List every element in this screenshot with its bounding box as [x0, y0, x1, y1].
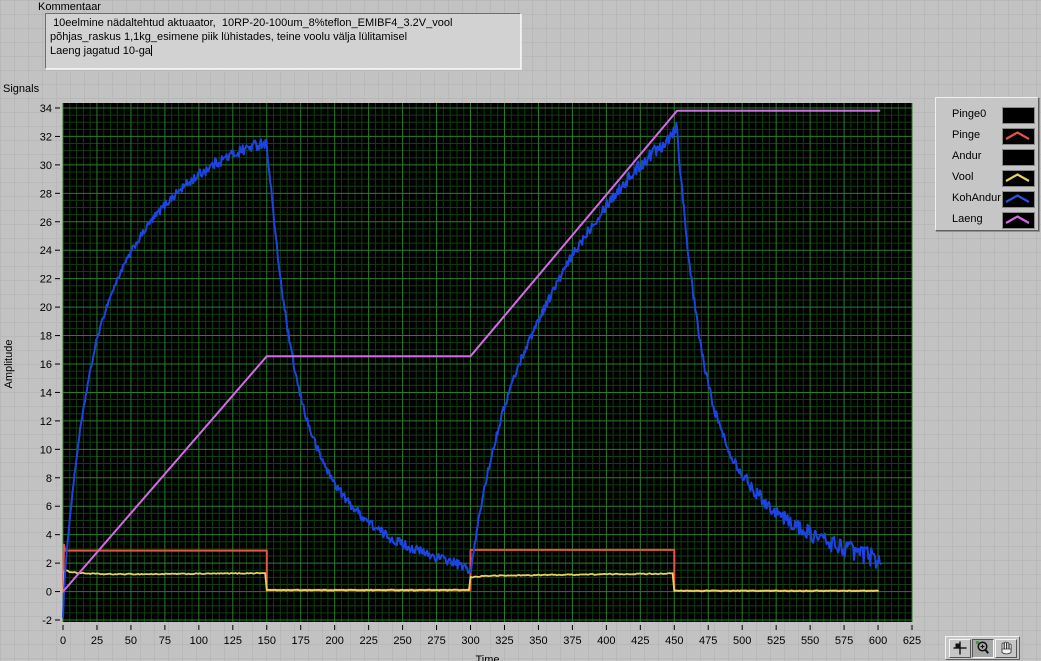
- legend-label: Pinge: [952, 129, 981, 141]
- crosshair-icon: [953, 641, 966, 655]
- svg-text:275: 275: [427, 635, 445, 647]
- legend-swatch-vool[interactable]: [1002, 170, 1035, 187]
- zoom-tool-button[interactable]: [971, 638, 994, 658]
- svg-text:4: 4: [46, 530, 52, 542]
- svg-text:20: 20: [40, 302, 52, 314]
- svg-text:50: 50: [125, 635, 137, 647]
- legend-item-kohandur[interactable]: KohAndur: [936, 189, 1038, 209]
- legend-swatch-pinge0[interactable]: [1002, 107, 1035, 124]
- legend-label: Laeng: [952, 213, 983, 225]
- svg-text:25: 25: [91, 635, 103, 647]
- svg-text:300: 300: [461, 635, 479, 647]
- text-caret: [150, 45, 152, 56]
- svg-text:22: 22: [40, 274, 52, 286]
- svg-text:34: 34: [40, 103, 52, 115]
- svg-text:0: 0: [46, 587, 52, 599]
- plot-legend: Pinge0 Pinge Andur Vool KohAndur Laeng: [935, 97, 1039, 231]
- comment-text: 10eelmine nädaltehtud aktuaator, 10RP-20…: [50, 17, 453, 57]
- comment-label: Kommentaar: [38, 1, 101, 13]
- svg-text:175: 175: [292, 635, 310, 647]
- cursor-tool-button[interactable]: [948, 638, 971, 658]
- svg-text:575: 575: [835, 635, 853, 647]
- svg-text:475: 475: [699, 635, 717, 647]
- svg-text:550: 550: [801, 635, 819, 647]
- svg-text:14: 14: [40, 387, 52, 399]
- svg-text:350: 350: [529, 635, 547, 647]
- svg-text:325: 325: [495, 635, 513, 647]
- legend-label: Vool: [952, 171, 974, 183]
- svg-text:18: 18: [40, 331, 52, 343]
- comment-textbox[interactable]: 10eelmine nädaltehtud aktuaator, 10RP-20…: [45, 13, 521, 69]
- svg-text:125: 125: [224, 635, 242, 647]
- legend-label: KohAndur: [952, 192, 1001, 204]
- svg-text:500: 500: [733, 635, 751, 647]
- legend-label: Andur: [952, 150, 982, 162]
- legend-item-andur[interactable]: Andur: [936, 147, 1038, 167]
- legend-swatch-pinge[interactable]: [1002, 128, 1035, 145]
- svg-text:2: 2: [46, 558, 52, 570]
- legend-swatch-andur[interactable]: [1002, 149, 1035, 166]
- legend-label: Pinge0: [952, 108, 987, 120]
- graph-palette: [945, 636, 1020, 660]
- svg-text:16: 16: [40, 359, 52, 371]
- waveform-graph[interactable]: 0 25 50 75 100 125 150 175 200 225 250 275 300 325 350…: [0, 95, 935, 661]
- svg-text:12: 12: [40, 416, 52, 428]
- svg-text:100: 100: [190, 635, 208, 647]
- legend-swatch-laeng[interactable]: [1002, 212, 1035, 229]
- svg-text:28: 28: [40, 188, 52, 200]
- y-axis-label: Amplitude: [3, 340, 15, 389]
- svg-text:625: 625: [903, 635, 921, 647]
- legend-item-pinge0[interactable]: Pinge0: [936, 105, 1038, 125]
- svg-text:0: 0: [60, 635, 66, 647]
- svg-text:200: 200: [326, 635, 344, 647]
- legend-item-vool[interactable]: Vool: [936, 168, 1038, 188]
- svg-text:30: 30: [40, 160, 52, 172]
- labview-front-panel: { "window": {"width": 1041, "height": 66…: [0, 0, 1041, 661]
- svg-text:600: 600: [869, 635, 887, 647]
- magnifier-icon: [975, 641, 989, 654]
- svg-text:10: 10: [40, 444, 52, 456]
- legend-item-pinge[interactable]: Pinge: [936, 126, 1038, 146]
- svg-text:6: 6: [46, 501, 52, 513]
- svg-text:425: 425: [631, 635, 649, 647]
- x-axis-label: Time: [475, 654, 499, 661]
- graph-title-label: Signals: [3, 83, 40, 95]
- hand-icon: [1001, 641, 1011, 655]
- svg-text:250: 250: [393, 635, 411, 647]
- svg-text:450: 450: [665, 635, 683, 647]
- svg-text:375: 375: [563, 635, 581, 647]
- svg-text:32: 32: [40, 131, 52, 143]
- svg-text:150: 150: [258, 635, 276, 647]
- svg-text:400: 400: [597, 635, 615, 647]
- svg-text:525: 525: [767, 635, 785, 647]
- svg-text:75: 75: [159, 635, 171, 647]
- pan-tool-button[interactable]: [994, 638, 1017, 658]
- svg-text:225: 225: [359, 635, 377, 647]
- svg-text:-2: -2: [42, 615, 52, 627]
- legend-item-laeng[interactable]: Laeng: [936, 210, 1038, 230]
- svg-text:26: 26: [40, 217, 52, 229]
- svg-text:8: 8: [46, 473, 52, 485]
- legend-swatch-kohandur[interactable]: [1002, 191, 1035, 208]
- svg-text:24: 24: [40, 245, 52, 257]
